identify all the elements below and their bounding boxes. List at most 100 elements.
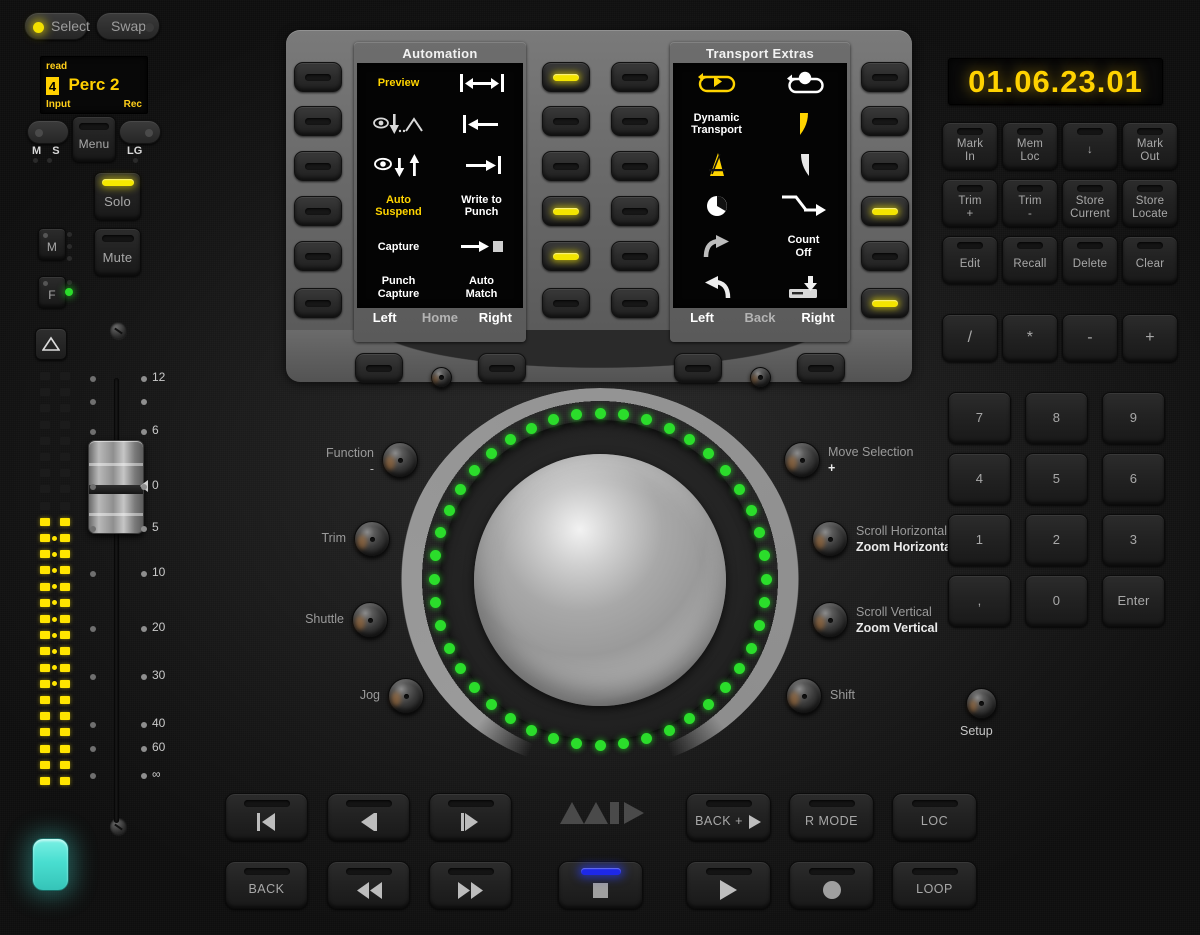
jog-wheel-assembly[interactable] [398,388,802,770]
display-0-footer-2[interactable]: Right [468,310,523,325]
transport-back-plus-play[interactable]: BACK + [686,793,771,841]
display-0-cell-6[interactable]: Auto Suspend [357,186,440,227]
display-1-footer-0[interactable]: Left [673,310,731,325]
display-0-cell-9[interactable] [440,226,523,267]
keypad-operator-3[interactable]: + [1122,314,1178,362]
display-1-cell-6[interactable] [673,186,760,227]
display-1-cell-8[interactable] [673,226,760,267]
keypad-number-0[interactable]: 0 [1025,575,1088,627]
knob-jog[interactable] [388,678,424,714]
keypad-number-2[interactable]: 2 [1025,514,1088,566]
display-0-cell-4[interactable] [357,145,440,186]
display-0-cell-0[interactable]: Preview [357,63,440,104]
transport-stop[interactable] [558,861,643,909]
keypad-mem-loc[interactable]: Mem Loc [1002,122,1058,170]
knob-shift[interactable] [786,678,822,714]
keypad-clear[interactable]: Clear [1122,236,1178,284]
softkey-right-2[interactable] [861,151,909,181]
softkey-bottom-2[interactable] [674,353,722,383]
swap-button[interactable]: Swap [96,12,160,40]
display-1-footer-2[interactable]: Right [789,310,847,325]
softkey-inner-right-4[interactable] [611,241,659,271]
transport-return-to-start[interactable] [225,793,308,841]
display-1-cell-11[interactable] [760,267,847,308]
softkey-inner-left-0[interactable] [542,62,590,92]
display-1-cell-0[interactable] [673,63,760,104]
keypad-store-locate[interactable]: Store Locate [1122,179,1178,227]
softkey-left-5[interactable] [294,288,342,318]
transport-rewind[interactable] [327,861,410,909]
softkey-inner-right-3[interactable] [611,196,659,226]
display-module-knob-1[interactable] [750,367,771,388]
transport-r-mode[interactable]: R MODE [789,793,874,841]
softkey-right-5[interactable] [861,288,909,318]
fader-handle[interactable] [88,440,144,534]
keypad-number-6[interactable]: 6 [1102,453,1165,505]
keypad-number-4[interactable]: 4 [948,453,1011,505]
knob-trim[interactable] [354,521,390,557]
display-0-footer-0[interactable]: Left [357,310,412,325]
transport-next[interactable] [429,793,512,841]
keypad-↓[interactable]: ↓ [1062,122,1118,170]
transport-loop[interactable]: LOOP [892,861,977,909]
softkey-left-2[interactable] [294,151,342,181]
keypad-recall[interactable]: Recall [1002,236,1058,284]
softkey-inner-left-3[interactable] [542,196,590,226]
softkey-inner-right-0[interactable] [611,62,659,92]
setup-knob[interactable] [966,688,997,719]
display-1-cell-2[interactable]: Dynamic Transport [673,104,760,145]
select-button[interactable]: Select [24,12,88,40]
softkey-bottom-1[interactable] [478,353,526,383]
keypad-number-comma[interactable]: , [948,575,1011,627]
knob-move-selection[interactable] [784,442,820,478]
display-1-cell-5[interactable] [760,145,847,186]
display-1-cell-7[interactable] [760,186,847,227]
display-0-footer-1[interactable]: Home [412,310,467,325]
display-1-cell-10[interactable] [673,267,760,308]
softkey-inner-left-1[interactable] [542,106,590,136]
softkey-bottom-0[interactable] [355,353,403,383]
softkey-left-1[interactable] [294,106,342,136]
display-0-cell-8[interactable]: Capture [357,226,440,267]
softkey-right-0[interactable] [861,62,909,92]
display-0-cell-10[interactable]: Punch Capture [357,267,440,308]
knob-scroll-vertical[interactable] [812,602,848,638]
keypad-number-3[interactable]: 3 [1102,514,1165,566]
keypad-operator-1[interactable]: * [1002,314,1058,362]
keypad-edit[interactable]: Edit [942,236,998,284]
display-0-cell-3[interactable] [440,104,523,145]
softkey-right-3[interactable] [861,196,909,226]
display-1-cell-9[interactable]: Count Off [760,226,847,267]
keypad-trim-+[interactable]: Trim + [942,179,998,227]
mute-button[interactable]: Mute [94,228,141,276]
softkey-left-4[interactable] [294,241,342,271]
solo-button[interactable]: Solo [94,172,141,220]
softkey-left-0[interactable] [294,62,342,92]
softkey-bottom-3[interactable] [797,353,845,383]
knob-function[interactable] [382,442,418,478]
keypad-trim--[interactable]: Trim - [1002,179,1058,227]
transport-record[interactable] [789,861,874,909]
f-button[interactable]: F [38,276,66,308]
display-0-cell-2[interactable] [357,104,440,145]
transport-loc[interactable]: LOC [892,793,977,841]
keypad-mark-in[interactable]: Mark In [942,122,998,170]
power-button[interactable] [32,838,69,891]
display-1-cell-3[interactable] [760,104,847,145]
softkey-inner-left-2[interactable] [542,151,590,181]
display-0-cell-5[interactable] [440,145,523,186]
display-1-cell-4[interactable] [673,145,760,186]
softkey-inner-right-1[interactable] [611,106,659,136]
keypad-number-7[interactable]: 7 [948,392,1011,444]
display-0-cell-1[interactable] [440,63,523,104]
keypad-number-Enter[interactable]: Enter [1102,575,1165,627]
softkey-right-4[interactable] [861,241,909,271]
knob-shuttle[interactable] [352,602,388,638]
softkey-right-1[interactable] [861,106,909,136]
softkey-inner-left-4[interactable] [542,241,590,271]
triangle-button[interactable] [35,328,67,360]
transport-fast-forward[interactable] [429,861,512,909]
softkey-inner-left-5[interactable] [542,288,590,318]
ms-button[interactable] [27,120,69,144]
keypad-operator-2[interactable]: - [1062,314,1118,362]
